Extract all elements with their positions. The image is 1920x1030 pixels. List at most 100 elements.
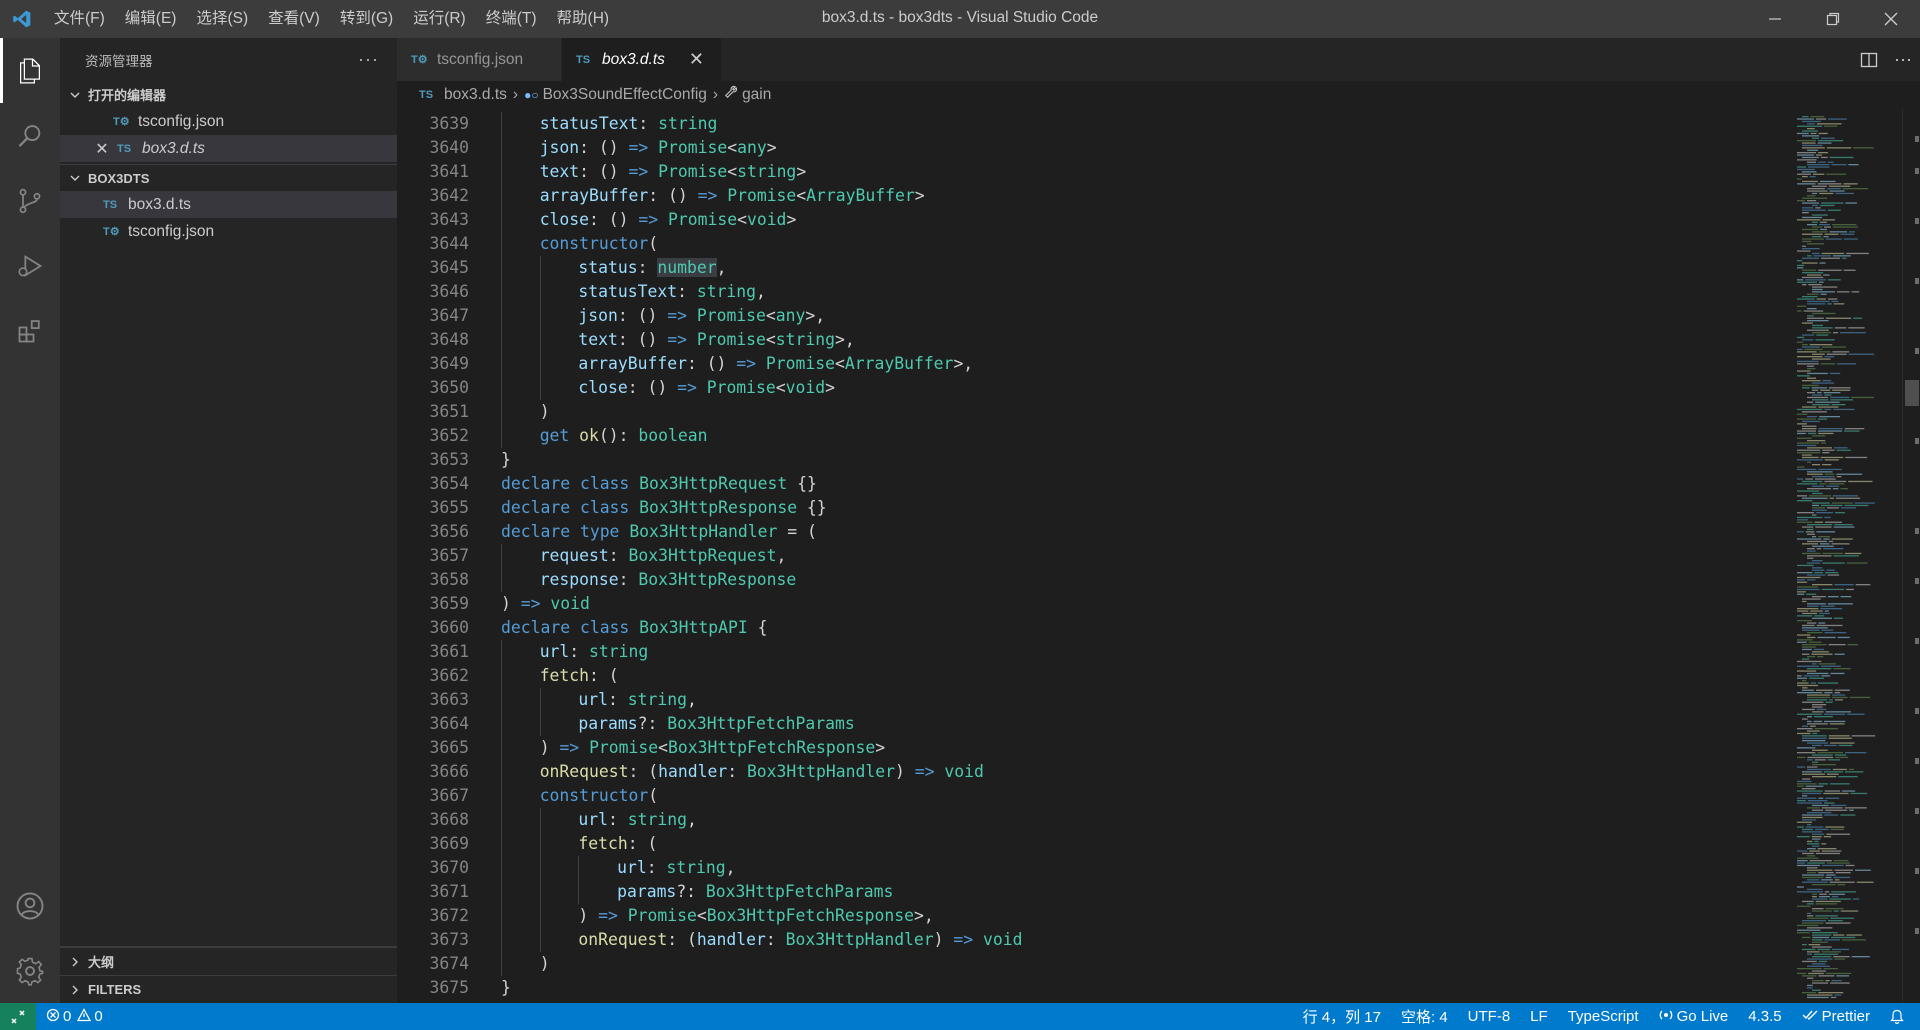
filters-section[interactable]: FILTERS xyxy=(60,975,397,1003)
minimize-icon[interactable] xyxy=(1746,0,1804,38)
file-tree-item[interactable]: T⚙ tsconfig.json xyxy=(60,218,397,245)
code-line[interactable]: 3644 constructor( xyxy=(397,232,1782,256)
notifications-bell-icon[interactable] xyxy=(1880,1003,1914,1030)
code-line[interactable]: 3660 declare class Box3HttpAPI { xyxy=(397,616,1782,640)
code-line[interactable]: 3666 onRequest: (handler: Box3HttpHandler… xyxy=(397,760,1782,784)
code-line[interactable]: 3661 url: string xyxy=(397,640,1782,664)
minimap-line xyxy=(1812,192,1818,195)
source-control-icon[interactable] xyxy=(0,168,60,233)
code-line[interactable]: 3657 request: Box3HttpRequest, xyxy=(397,544,1782,568)
code-line[interactable]: 3662 fetch: ( xyxy=(397,664,1782,688)
restore-icon[interactable] xyxy=(1804,0,1862,38)
code-line[interactable]: 3664 params?: Box3HttpFetchParams xyxy=(397,712,1782,736)
code-line[interactable]: 3658 response: Box3HttpResponse xyxy=(397,568,1782,592)
open-editors-section[interactable]: 打开的编辑器 xyxy=(60,81,397,108)
code-line[interactable]: 3659) => void xyxy=(397,592,1782,616)
code-line[interactable]: 3648 text: () => Promise<string>, xyxy=(397,328,1782,352)
breadcrumb-file[interactable]: box3.d.ts xyxy=(444,86,507,104)
code-line[interactable]: 3674) xyxy=(397,952,1782,976)
prettier[interactable]: Prettier xyxy=(1792,1003,1880,1030)
breadcrumb-property[interactable]: gain xyxy=(742,86,771,104)
indentation[interactable]: 空格: 4 xyxy=(1391,1003,1458,1030)
minimap-line xyxy=(1808,166,1830,168)
code-line[interactable]: 3643 close: () => Promise<void> xyxy=(397,208,1782,232)
menu-help[interactable]: 帮助(H) xyxy=(547,0,620,38)
code-token: , xyxy=(756,282,766,301)
minimap-line xyxy=(1802,147,1825,149)
run-debug-icon[interactable] xyxy=(0,233,60,298)
code-line[interactable]: 3647 json: () => Promise<any>, xyxy=(397,304,1782,328)
window-controls xyxy=(1746,0,1920,38)
code-line[interactable]: 3671 params?: Box3HttpFetchParams xyxy=(397,880,1782,904)
menu-go[interactable]: 转到(G) xyxy=(330,0,403,38)
code-line[interactable]: 3656 declare type Box3HttpHandler = ( xyxy=(397,520,1782,544)
tab-box3-d-ts[interactable]: TS box3.d.ts ✕ xyxy=(562,38,722,81)
minimap-line xyxy=(1807,915,1814,917)
code-editor[interactable]: 3639 statusText: string 3640 json: () => Pr… xyxy=(397,108,1782,1003)
outline-section[interactable]: 大纲 xyxy=(60,947,397,975)
code-line[interactable]: 3669 fetch: ( xyxy=(397,832,1782,856)
code-line[interactable]: 3655 declare class Box3HttpResponse {} xyxy=(397,496,1782,520)
code-line[interactable]: 3654 declare class Box3HttpRequest {} xyxy=(397,472,1782,496)
explorer-icon[interactable] xyxy=(0,38,60,103)
code-line[interactable]: 3652 get ok(): boolean xyxy=(397,424,1782,448)
code-line[interactable]: 3642 arrayBuffer: () => Promise<ArrayBuff… xyxy=(397,184,1782,208)
close-icon[interactable] xyxy=(1862,0,1920,38)
code-line[interactable]: 3670 url: string, xyxy=(397,856,1782,880)
end-of-line[interactable]: LF xyxy=(1520,1003,1558,1030)
typescript-file-icon: TS xyxy=(576,53,591,66)
scrollbar-thumb[interactable] xyxy=(1905,380,1919,406)
account-icon[interactable] xyxy=(0,873,60,938)
menu-terminal[interactable]: 终端(T) xyxy=(476,0,547,38)
file-tree-item[interactable]: TS box3.d.ts xyxy=(60,191,397,218)
code-line[interactable]: 3663 url: string, xyxy=(397,688,1782,712)
code-line[interactable]: 3667 constructor( xyxy=(397,784,1782,808)
vertical-scrollbar[interactable] xyxy=(1902,108,1920,1003)
more-actions-icon[interactable]: ··· xyxy=(358,49,379,70)
open-editor-item[interactable]: T⚙ tsconfig.json xyxy=(60,108,397,135)
code-line[interactable]: 3645 status: number, xyxy=(397,256,1782,280)
code-line[interactable]: 3675} xyxy=(397,976,1782,1000)
minimap[interactable] xyxy=(1782,108,1902,1003)
ts-version[interactable]: 4.3.5 xyxy=(1738,1003,1791,1030)
code-line[interactable]: 3651) xyxy=(397,400,1782,424)
code-line[interactable]: 3672) => Promise<Box3HttpFetchResponse>, xyxy=(397,904,1782,928)
settings-gear-icon[interactable] xyxy=(0,938,60,1003)
extensions-icon[interactable] xyxy=(0,298,60,363)
code-line[interactable]: 3639 statusText: string xyxy=(397,112,1782,136)
code-line[interactable]: 3650 close: () => Promise<void> xyxy=(397,376,1782,400)
close-tab-icon[interactable]: ✕ xyxy=(689,49,704,70)
minimap-line xyxy=(1818,975,1835,977)
menu-run[interactable]: 运行(R) xyxy=(403,0,476,38)
code-line[interactable]: 3640 json: () => Promise<any> xyxy=(397,136,1782,160)
menu-file[interactable]: 文件(F) xyxy=(44,0,115,38)
menu-selection[interactable]: 选择(S) xyxy=(186,0,258,38)
code-token: request xyxy=(539,546,609,565)
close-editor-icon[interactable]: ✕ xyxy=(93,139,111,159)
code-line[interactable]: 3668 url: string, xyxy=(397,808,1782,832)
breadcrumb-symbol[interactable]: Box3SoundEffectConfig xyxy=(543,86,707,104)
problems-indicator[interactable]: 0 0 xyxy=(36,1003,113,1030)
code-line[interactable]: 3646 statusText: string, xyxy=(397,280,1782,304)
open-editor-item-active[interactable]: ✕ TS box3.d.ts xyxy=(60,135,397,162)
remote-icon[interactable] xyxy=(0,1003,36,1030)
code-line[interactable]: 3665) => Promise<Box3HttpFetchResponse> xyxy=(397,736,1782,760)
code-line[interactable]: 3641 text: () => Promise<string> xyxy=(397,160,1782,184)
split-editor-icon[interactable] xyxy=(1852,51,1886,69)
minimap-line xyxy=(1824,356,1835,358)
folder-section[interactable]: BOX3DTS xyxy=(60,164,397,191)
code-line[interactable]: 3653} xyxy=(397,448,1782,472)
search-icon[interactable] xyxy=(0,103,60,168)
tab-tsconfig[interactable]: T⚙ tsconfig.json xyxy=(397,38,562,81)
encoding[interactable]: UTF-8 xyxy=(1458,1003,1521,1030)
menu-view[interactable]: 查看(V) xyxy=(258,0,330,38)
code-line[interactable]: 3649 arrayBuffer: () => Promise<ArrayBuff… xyxy=(397,352,1782,376)
more-actions-icon[interactable]: ··· xyxy=(1886,49,1920,70)
minimap-line xyxy=(1809,850,1820,852)
language-mode[interactable]: TypeScript xyxy=(1558,1003,1649,1030)
go-live[interactable]: Go Live xyxy=(1649,1003,1739,1030)
menu-edit[interactable]: 编辑(E) xyxy=(115,0,187,38)
cursor-position[interactable]: 行 4，列 17 xyxy=(1293,1003,1391,1030)
code-line[interactable]: 3673 onRequest: (handler: Box3HttpHandler… xyxy=(397,928,1782,952)
minimap-line xyxy=(1812,982,1829,984)
